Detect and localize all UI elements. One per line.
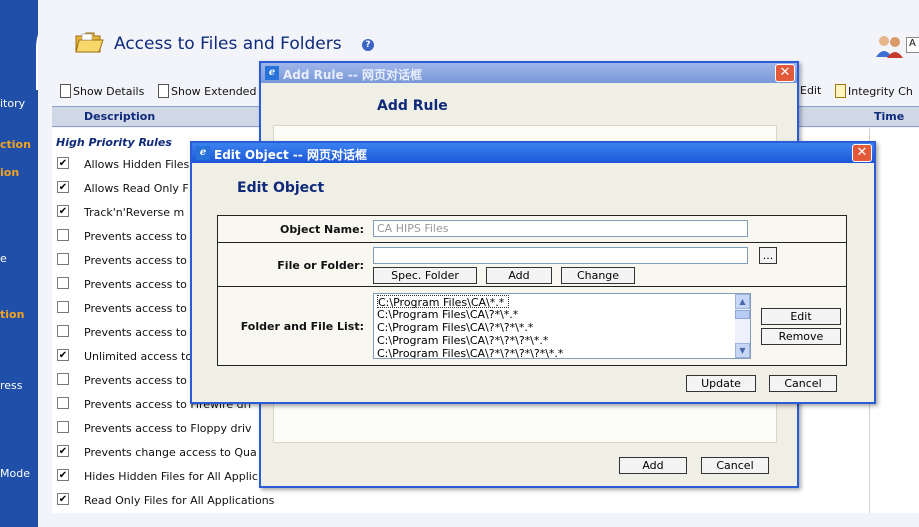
ie-icon: e (196, 146, 210, 160)
rule-description: Allows Read Only F (84, 182, 189, 195)
list-item[interactable]: C:\Program Files\CA\?*\?*\?*\?*\*.* (377, 347, 567, 358)
column-description[interactable]: Description (84, 110, 155, 123)
rule-checkbox[interactable] (57, 397, 69, 409)
object-name-label: Object Name: (279, 223, 364, 236)
edit-object-form: Object Name: CA HIPS Files File or Folde… (217, 215, 847, 366)
rule-description: Hides Hidden Files for All Applic (84, 470, 258, 483)
edit-object-heading: Edit Object (237, 180, 325, 196)
rule-checkbox[interactable] (57, 421, 69, 433)
scroll-thumb[interactable] (735, 310, 750, 319)
page-title: Access to Files and Folders (114, 34, 342, 54)
nav-item-action[interactable]: ction (0, 138, 38, 151)
rule-checkbox[interactable]: ✔ (57, 493, 69, 505)
integrity-label: Integrity Ch (848, 85, 913, 98)
spec-folder-button[interactable]: Spec. Folder (373, 267, 477, 284)
update-button[interactable]: Update (686, 375, 756, 392)
rule-checkbox[interactable]: ✔ (57, 349, 69, 361)
rule-checkbox[interactable] (57, 229, 69, 241)
group-label: High Priority Rules (56, 136, 172, 149)
list-item[interactable]: C:\Program Files\CA\*.* (377, 295, 510, 309)
nav-item-e[interactable]: e (0, 252, 38, 265)
table-row[interactable]: ✔ Read Only Files for All Applications (52, 489, 869, 513)
rule-checkbox[interactable] (57, 253, 69, 265)
file-or-folder-label: File or Folder: (277, 259, 364, 272)
change-path-button[interactable]: Change (561, 267, 635, 284)
rule-checkbox[interactable]: ✔ (57, 157, 69, 169)
rule-description: Prevents access to (84, 230, 187, 243)
list-scrollbar[interactable]: ▲ ▼ (735, 294, 750, 358)
show-details-label: Show Details (73, 85, 145, 98)
nav-item-address[interactable]: ress (0, 379, 38, 392)
show-extended-label: Show Extended (171, 85, 257, 98)
help-icon[interactable]: ? (362, 39, 374, 51)
rule-checkbox[interactable] (57, 277, 69, 289)
add-rule-titlebar[interactable]: e Add Rule -- 网页对话框 ✕ (261, 63, 797, 83)
rule-description: Unlimited access to (84, 350, 193, 363)
cancel-button[interactable]: Cancel (769, 375, 837, 392)
rule-description: Allows Hidden Files (84, 158, 190, 171)
page-icon (158, 84, 169, 98)
add-rule-add-button[interactable]: Add (619, 457, 687, 474)
edit-object-title: Edit Object -- 网页对话框 (214, 148, 368, 162)
ie-icon: e (265, 66, 279, 80)
rule-checkbox[interactable]: ✔ (57, 445, 69, 457)
integrity-check-button[interactable]: Integrity Ch (835, 84, 913, 98)
list-item[interactable]: C:\Program Files\CA\?*\*.* (377, 308, 522, 321)
nav-item-application[interactable]: ion (0, 166, 38, 179)
time-column (869, 128, 919, 513)
rule-checkbox[interactable] (57, 301, 69, 313)
rule-checkbox[interactable] (57, 373, 69, 385)
browse-button[interactable]: ... (759, 247, 777, 264)
edit-toolbar-button[interactable]: Edit (800, 84, 821, 97)
edit-path-button[interactable]: Edit (761, 308, 841, 325)
nav-item-protection[interactable]: tion (0, 308, 38, 321)
add-rule-title: Add Rule -- 网页对话框 (283, 68, 422, 82)
search-input[interactable]: A (906, 37, 919, 53)
folder-list-label: Folder and File List: (240, 320, 364, 333)
users-icon[interactable] (874, 33, 906, 59)
close-icon[interactable]: ✕ (852, 144, 872, 162)
rule-checkbox[interactable]: ✔ (57, 205, 69, 217)
rule-description: Prevents change access to Qua (84, 446, 257, 459)
file-or-folder-field[interactable] (373, 247, 748, 264)
remove-path-button[interactable]: Remove (761, 328, 841, 345)
show-extended-button[interactable]: Show Extended (158, 84, 256, 98)
left-nav: itory ction ion e tion ress Mode (0, 0, 96, 527)
rule-description: Prevents access to (84, 254, 187, 267)
scroll-down-icon[interactable]: ▼ (735, 343, 750, 358)
show-details-button[interactable]: Show Details (60, 84, 144, 98)
object-name-field[interactable]: CA HIPS Files (373, 220, 748, 237)
edit-object-titlebar[interactable]: e Edit Object -- 网页对话框 ✕ (192, 143, 874, 163)
rule-description: Read Only Files for All Applications (84, 494, 275, 507)
list-item[interactable]: C:\Program Files\CA\?*\?*\?*\*.* (377, 334, 552, 347)
scroll-up-icon[interactable]: ▲ (735, 294, 750, 309)
page-icon (60, 84, 71, 98)
close-icon[interactable]: ✕ (775, 64, 795, 82)
add-rule-cancel-button[interactable]: Cancel (701, 457, 769, 474)
rule-checkbox[interactable]: ✔ (57, 469, 69, 481)
integrity-icon (835, 84, 846, 98)
nav-item-mode[interactable]: Mode (0, 467, 38, 480)
rule-checkbox[interactable]: ✔ (57, 181, 69, 193)
folder-icon (75, 32, 104, 53)
column-time[interactable]: Time (874, 110, 904, 123)
rule-description: Prevents access to Floppy driv (84, 422, 252, 435)
edit-object-dialog: e Edit Object -- 网页对话框 ✕ Edit Object Obj… (190, 141, 876, 404)
rule-description: Prevents access to (84, 278, 187, 291)
nav-item-repository[interactable]: itory (0, 97, 38, 110)
list-item[interactable]: C:\Program Files\CA\?*\?*\*.* (377, 321, 537, 334)
folder-file-list[interactable]: C:\Program Files\CA\*.* C:\Program Files… (373, 293, 751, 359)
rule-description: Prevents access to (84, 326, 187, 339)
rule-description: Prevents access to (84, 302, 187, 315)
add-rule-heading: Add Rule (377, 98, 448, 114)
rule-description: Track'n'Reverse m (84, 206, 185, 219)
rule-description: Prevents access to (84, 374, 187, 387)
rule-checkbox[interactable] (57, 325, 69, 337)
add-path-button[interactable]: Add (486, 267, 552, 284)
